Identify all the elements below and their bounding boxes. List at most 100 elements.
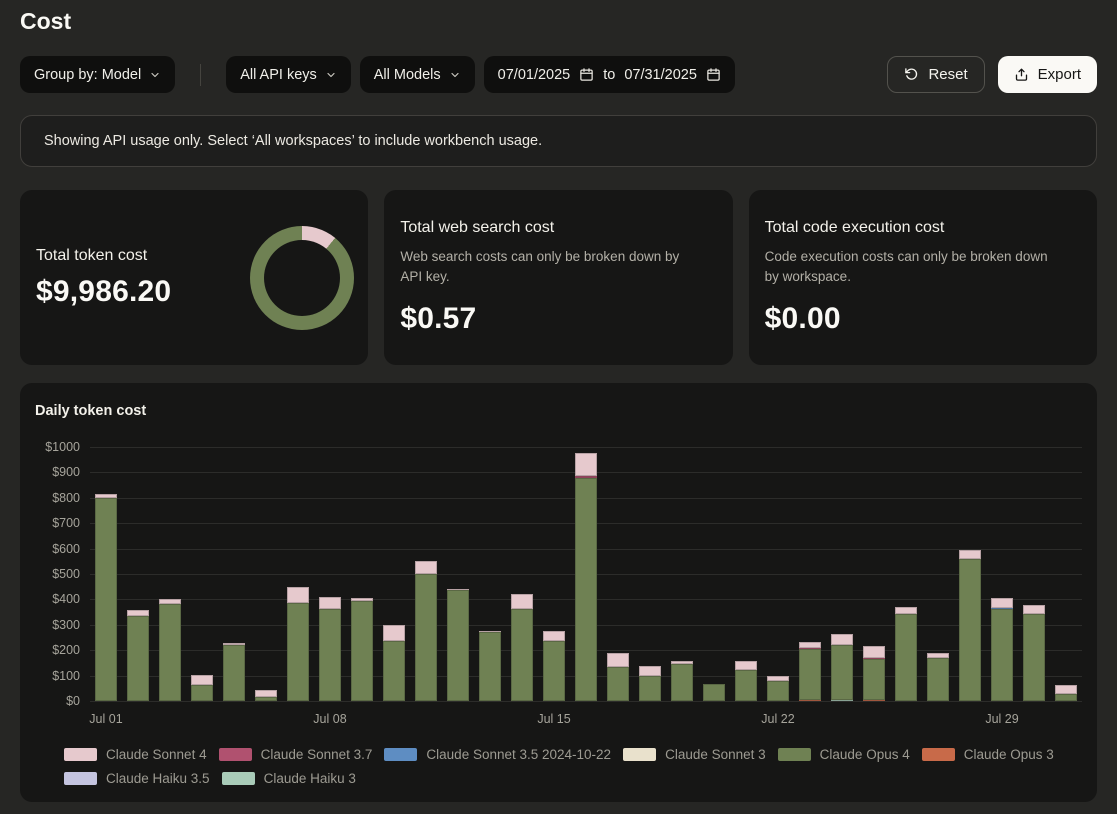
calendar-icon[interactable] (579, 67, 594, 82)
token-card-title: Total token cost (36, 247, 171, 265)
gridline (90, 701, 1082, 702)
chevron-down-icon (325, 69, 337, 81)
bar-segment-claude-opus-4 (191, 685, 213, 701)
bar-segment-claude-opus-4 (255, 697, 277, 701)
calendar-icon[interactable] (706, 67, 721, 82)
chart-bar-jul-30[interactable] (1023, 605, 1045, 701)
token-card-value: $9,986.20 (36, 275, 171, 309)
legend-item-claude-opus-3: Claude Opus 3 (922, 747, 1054, 762)
chart-bar-jul-25[interactable] (863, 646, 885, 701)
bar-segment-claude-opus-4 (671, 664, 693, 701)
code-exec-card-description: Code execution costs can only be broken … (765, 247, 1065, 286)
bar-segment-claude-opus-4 (223, 645, 245, 701)
chart-bar-jul-10[interactable] (383, 625, 405, 701)
chart-bar-jul-13[interactable] (479, 631, 501, 701)
bar-segment-claude-opus-4 (383, 641, 405, 701)
date-to-input[interactable]: 07/31/2025 (624, 67, 697, 83)
chart-bar-jul-18[interactable] (639, 666, 661, 701)
date-range-picker: 07/01/2025 to 07/31/2025 (484, 56, 735, 93)
bar-segment-claude-sonnet-4 (575, 453, 597, 476)
legend-label: Claude Sonnet 4 (106, 747, 207, 762)
bar-segment-claude-opus-4 (735, 670, 757, 702)
chart-bar-jul-17[interactable] (607, 653, 629, 701)
filter-group: Group by: Model All API keys All Models (20, 56, 735, 93)
page-title: Cost (20, 8, 1097, 35)
token-card-text: Total token cost $9,986.20 (36, 247, 171, 309)
x-axis-tick-label: Jul 29 (985, 712, 1018, 726)
bar-segment-claude-sonnet-4 (543, 631, 565, 642)
bar-segment-claude-opus-4 (287, 603, 309, 701)
chart-bar-jul-23[interactable] (799, 642, 821, 701)
x-axis-tick-label: Jul 22 (761, 712, 794, 726)
reset-button[interactable]: Reset (887, 56, 984, 93)
legend-swatch (922, 748, 955, 761)
chevron-down-icon (149, 69, 161, 81)
bar-segment-claude-sonnet-4 (383, 625, 405, 641)
models-label: All Models (374, 67, 441, 83)
chart-bar-jul-20[interactable] (703, 684, 725, 701)
chart-bar-jul-29[interactable] (991, 598, 1013, 701)
code-exec-card-value: $0.00 (765, 302, 1081, 336)
chart-bar-jul-31[interactable] (1055, 685, 1077, 701)
bar-segment-claude-sonnet-4 (959, 550, 981, 558)
chart-legend: Claude Sonnet 4Claude Sonnet 3.7Claude S… (64, 747, 1082, 786)
bar-segment-claude-opus-4 (607, 667, 629, 701)
chart-bar-jul-06[interactable] (255, 690, 277, 701)
legend-item-claude-opus-4: Claude Opus 4 (778, 747, 910, 762)
chart-bar-jul-19[interactable] (671, 661, 693, 701)
bar-segment-claude-opus-4 (991, 609, 1013, 701)
bar-segment-claude-opus-4 (895, 614, 917, 701)
chart-bar-jul-26[interactable] (895, 607, 917, 701)
chart-bar-jul-22[interactable] (767, 676, 789, 701)
chart-bar-jul-11[interactable] (415, 561, 437, 701)
total-token-cost-card: Total token cost $9,986.20 (20, 190, 368, 365)
bar-segment-claude-sonnet-4 (511, 594, 533, 610)
chart-bar-jul-03[interactable] (159, 599, 181, 701)
rotate-ccw-icon (904, 67, 919, 82)
chart-bar-jul-02[interactable] (127, 610, 149, 701)
chevron-down-icon (449, 69, 461, 81)
bar-segment-claude-opus-4 (831, 645, 853, 700)
chart-bar-jul-15[interactable] (543, 631, 565, 701)
chart-bar-jul-09[interactable] (351, 598, 373, 701)
gridline (90, 447, 1082, 448)
api-keys-label: All API keys (240, 67, 317, 83)
bar-segment-claude-sonnet-4 (735, 661, 757, 669)
group-by-dropdown[interactable]: Group by: Model (20, 56, 175, 93)
bar-segment-claude-opus-4 (767, 681, 789, 701)
chart-bar-jul-21[interactable] (735, 661, 757, 701)
bar-segment-claude-sonnet-4 (639, 666, 661, 676)
bar-segment-claude-opus-4 (319, 609, 341, 702)
bar-segment-claude-opus-3 (863, 700, 885, 701)
api-usage-banner: Showing API usage only. Select ‘All work… (20, 115, 1097, 167)
chart-bar-jul-16[interactable] (575, 453, 597, 701)
legend-row: Claude Sonnet 4Claude Sonnet 3.7Claude S… (64, 747, 1082, 762)
summary-cards: Total token cost $9,986.20 Total web sea… (20, 190, 1097, 365)
chart-bar-jul-12[interactable] (447, 589, 469, 701)
chart-bar-jul-08[interactable] (319, 597, 341, 701)
toolbar-actions: Reset Export (887, 56, 1097, 93)
banner-text: Showing API usage only. Select ‘All work… (44, 133, 542, 149)
chart-bar-jul-01[interactable] (95, 494, 117, 701)
bar-segment-claude-opus-4 (543, 641, 565, 701)
filter-divider (200, 64, 201, 86)
chart-bar-jul-24[interactable] (831, 634, 853, 701)
api-keys-dropdown[interactable]: All API keys (226, 56, 351, 93)
bar-segment-claude-sonnet-4 (191, 675, 213, 685)
models-dropdown[interactable]: All Models (360, 56, 475, 93)
token-cost-donut-chart[interactable] (250, 226, 354, 330)
x-axis-labels: Jul 01Jul 08Jul 15Jul 22Jul 29 (90, 712, 1082, 730)
chart-bar-jul-27[interactable] (927, 653, 949, 701)
upload-icon (1014, 67, 1029, 82)
date-from-input[interactable]: 07/01/2025 (498, 67, 571, 83)
bar-segment-claude-opus-4 (575, 478, 597, 702)
chart-bar-jul-05[interactable] (223, 643, 245, 701)
chart-bar-jul-14[interactable] (511, 594, 533, 701)
export-button[interactable]: Export (998, 56, 1097, 93)
y-axis-tick-label: $100 (52, 669, 80, 683)
code-execution-cost-card: Total code execution cost Code execution… (749, 190, 1097, 365)
chart-bar-jul-07[interactable] (287, 587, 309, 701)
y-axis-tick-label: $200 (52, 643, 80, 657)
chart-bar-jul-04[interactable] (191, 675, 213, 701)
chart-bar-jul-28[interactable] (959, 550, 981, 701)
